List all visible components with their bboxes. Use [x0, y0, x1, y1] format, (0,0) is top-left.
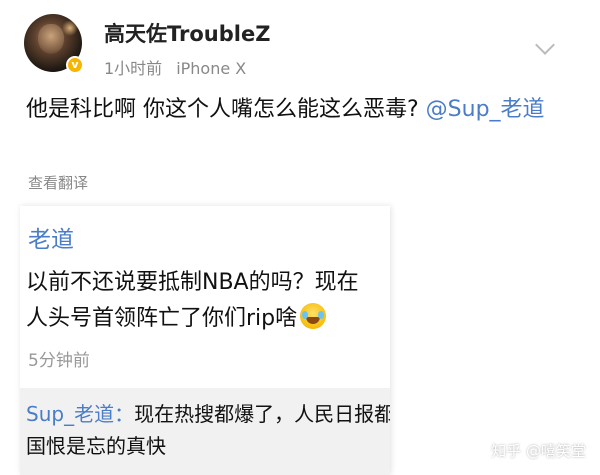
- post-time: 1小时前: [104, 59, 163, 78]
- reply-line2: 国恨是忘的真快: [26, 434, 166, 458]
- reply-text-line1: 现在热搜都爆了，人民日报都在: [134, 402, 390, 426]
- embedded-text-line2: 人头号首领阵亡了你们rip啥: [26, 300, 327, 332]
- embedded-reply: Sup_老道：现在热搜都爆了，人民日报都在 国恨是忘的真快: [20, 388, 390, 475]
- post-text: 他是科比啊 你这个人嘴怎么能这么恶毒? @Sup_老道: [26, 92, 566, 128]
- post-body: 他是科比啊 你这个人嘴怎么能这么恶毒?: [26, 97, 426, 122]
- embedded-text-line2-text: 人头号首领阵亡了你们rip啥: [26, 306, 298, 331]
- tears-of-joy-emoji-icon: [300, 303, 327, 329]
- embedded-time: 5分钟前: [28, 351, 90, 371]
- avatar-face: [38, 24, 64, 54]
- zhihu-watermark: 知乎 @嘻笑堂: [491, 442, 586, 460]
- reply-username: Sup_老道：: [26, 402, 135, 426]
- embedded-screenshot: 老道 以前不还说要抵制NBA的吗？现在 人头号首领阵亡了你们rip啥 5分钟前 …: [20, 206, 390, 475]
- username[interactable]: 高天佐TroubleZ: [104, 18, 270, 48]
- embedded-username: 老道: [28, 227, 74, 253]
- mention-link[interactable]: @Sup_老道: [426, 97, 545, 122]
- chevron-down-icon[interactable]: [535, 35, 555, 55]
- translate-link[interactable]: 查看翻译: [28, 172, 88, 193]
- verified-badge-icon: v: [66, 56, 84, 74]
- avatar-glow: [62, 20, 78, 36]
- reply-line1: Sup_老道：现在热搜都爆了，人民日报都在: [26, 398, 390, 427]
- embedded-text-line1: 以前不还说要抵制NBA的吗？现在: [26, 270, 359, 295]
- post-device: iPhone X: [176, 59, 247, 78]
- post-meta: 1小时前 iPhone X: [104, 55, 246, 79]
